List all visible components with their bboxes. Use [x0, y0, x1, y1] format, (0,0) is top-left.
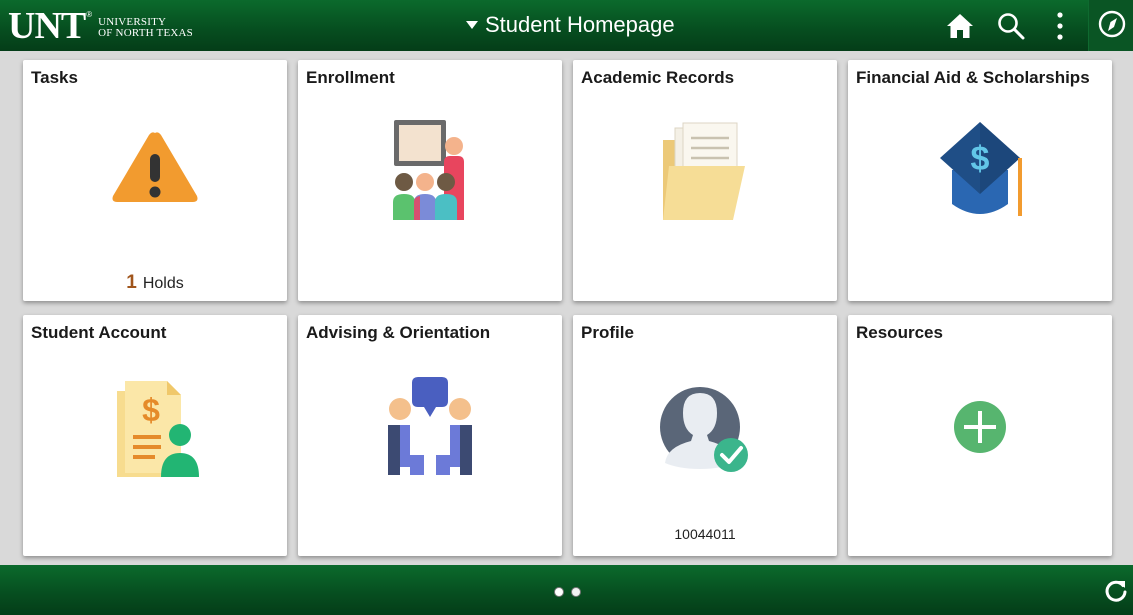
- classroom-icon: [393, 120, 464, 220]
- tile-advising-orientation[interactable]: Advising & Orientation: [298, 315, 562, 556]
- page-title-dropdown[interactable]: Student Homepage: [466, 12, 675, 38]
- more-vertical-icon: [1057, 12, 1063, 40]
- tile-title: Tasks: [31, 68, 78, 87]
- unt-logo[interactable]: UNT ® University of North Texas: [8, 6, 193, 46]
- refresh-button[interactable]: [1104, 579, 1128, 603]
- warning-icon: [112, 132, 198, 202]
- svg-text:$: $: [142, 392, 160, 428]
- navbar-compass-icon: [1098, 10, 1126, 38]
- tile-title: Academic Records: [581, 68, 735, 87]
- logo-wordmark: UNT: [8, 5, 86, 47]
- search-button[interactable]: [996, 11, 1026, 41]
- page-indicator-2[interactable]: [571, 587, 581, 597]
- holds-count-label: Holds: [142, 275, 184, 292]
- navbar-button[interactable]: [1088, 0, 1133, 51]
- logo-subtitle-line2: of North Texas: [98, 27, 193, 39]
- profile-check-icon: [660, 387, 748, 472]
- holds-count: 1 Holds: [23, 272, 287, 294]
- home-button[interactable]: [945, 11, 975, 41]
- tile-profile[interactable]: Profile 10044011: [573, 315, 837, 556]
- svg-text:$: $: [971, 140, 990, 178]
- tile-student-account[interactable]: Student Account $: [23, 315, 287, 556]
- tile-title: Resources: [856, 323, 943, 342]
- account-document-icon: $: [117, 381, 199, 477]
- refresh-icon: [1105, 580, 1127, 602]
- actions-menu-button[interactable]: [1047, 11, 1073, 41]
- home-icon: [947, 14, 973, 38]
- holds-count-value: 1: [126, 272, 137, 293]
- tile-title: Financial Aid & Scholarships: [856, 68, 1090, 87]
- add-circle-icon: [954, 401, 1006, 453]
- tile-title: Advising & Orientation: [306, 323, 491, 342]
- tile-title: Student Account: [31, 323, 167, 342]
- footer-bar: [0, 565, 1133, 615]
- tile-resources[interactable]: Resources: [848, 315, 1112, 556]
- tile-tasks[interactable]: Tasks 1 Holds: [23, 60, 287, 301]
- logo-trademark: ®: [86, 10, 93, 19]
- logo-subtitle: University of North Texas: [98, 17, 193, 39]
- tile-title: Profile: [581, 323, 634, 342]
- page-indicator-1[interactable]: [554, 587, 564, 597]
- tile-title: Enrollment: [306, 68, 395, 87]
- profile-id: 10044011: [674, 526, 736, 542]
- tile-academic-records[interactable]: Academic Records: [573, 60, 837, 301]
- header-bar: UNT ® University of North Texas Student …: [0, 0, 1133, 51]
- tile-enrollment[interactable]: Enrollment: [298, 60, 562, 301]
- search-icon: [998, 13, 1025, 40]
- graduation-cap-dollar-icon: $: [940, 122, 1022, 216]
- caret-down-icon: [466, 21, 478, 29]
- tile-financial-aid[interactable]: Financial Aid & Scholarships $: [848, 60, 1112, 301]
- folder-icon: [663, 122, 745, 220]
- page-title: Student Homepage: [485, 12, 675, 37]
- advising-conversation-icon: [388, 377, 472, 475]
